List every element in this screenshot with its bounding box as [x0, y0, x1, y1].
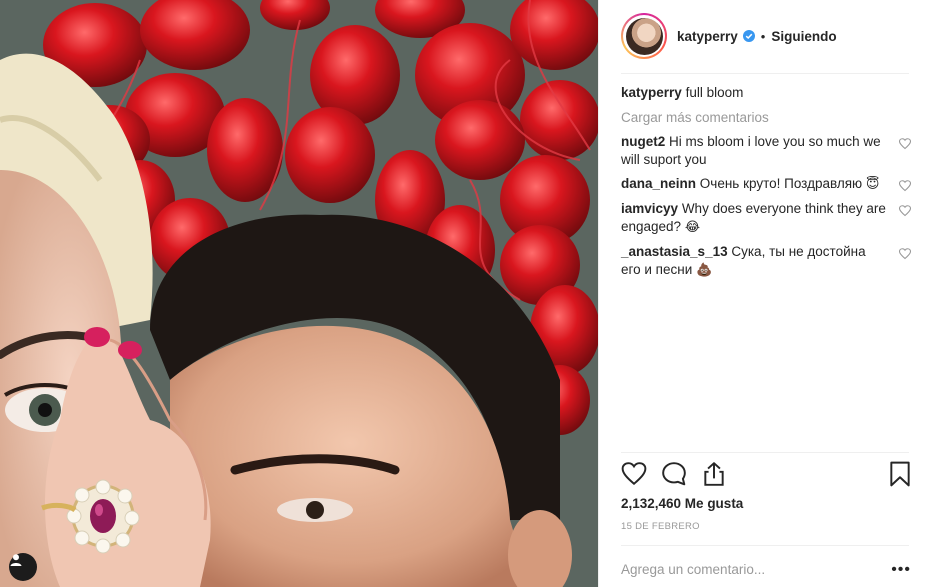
heart-icon[interactable]	[621, 461, 647, 487]
divider	[621, 452, 909, 453]
comment-like-icon[interactable]	[899, 138, 911, 150]
comment-row: dana_neinn Очень круто! Поздравляю 😇	[621, 175, 911, 194]
comment-username[interactable]: dana_neinn	[621, 176, 696, 191]
comment-like-icon[interactable]	[899, 248, 911, 260]
comment-like-icon[interactable]	[899, 180, 911, 192]
user-tag-button[interactable]	[9, 553, 37, 581]
load-more-comments-button[interactable]: Cargar más comentarios	[621, 110, 911, 125]
comment-username[interactable]: nuget2	[621, 134, 665, 149]
comments-section: katyperry full bloom Cargar más comentar…	[621, 84, 911, 280]
comment-emoji: 💩	[696, 263, 713, 278]
caption-text: full bloom	[685, 85, 744, 100]
comment-row: iamvicyy Why does everyone think they ar…	[621, 200, 911, 237]
post-actions	[621, 461, 913, 489]
bookmark-icon[interactable]	[887, 461, 913, 487]
following-button[interactable]: Siguiendo	[771, 29, 836, 44]
post-date[interactable]: 15 DE FEBRERO	[621, 521, 700, 532]
post-sidebar: katyperry • Siguiendo katyperry full blo…	[598, 0, 926, 587]
comment-text: Очень круто! Поздравляю	[699, 176, 863, 191]
comment-emoji: 😇	[865, 177, 880, 192]
divider	[621, 545, 909, 546]
comment-row: nuget2 Hi ms bloom i love you so much we…	[621, 133, 911, 169]
post-header: katyperry • Siguiendo	[621, 10, 911, 62]
add-comment-bar: •••	[621, 552, 911, 587]
photo-illustration	[0, 0, 598, 587]
comment-emoji: 😂	[684, 220, 701, 235]
speech-bubble-icon[interactable]	[661, 461, 687, 487]
divider	[621, 73, 909, 74]
comment-input[interactable]	[621, 562, 861, 577]
header-separator: •	[760, 28, 766, 44]
comment-username[interactable]: _anastasia_s_13	[621, 244, 728, 259]
post-photo[interactable]	[0, 0, 598, 587]
more-options-icon[interactable]: •••	[891, 561, 911, 579]
share-icon[interactable]	[701, 461, 727, 487]
caption: katyperry full bloom	[621, 84, 911, 102]
verified-badge-icon	[742, 30, 755, 42]
comment-like-icon[interactable]	[899, 205, 911, 217]
likes-count[interactable]: 2,132,460 Me gusta	[621, 496, 743, 511]
caption-username[interactable]: katyperry	[621, 85, 682, 100]
author-username[interactable]: katyperry	[677, 29, 738, 44]
avatar[interactable]	[621, 13, 667, 59]
comment-username[interactable]: iamvicyy	[621, 201, 678, 216]
comment-row: _anastasia_s_13 Сука, ты не достойна его…	[621, 243, 911, 280]
person-icon	[10, 554, 22, 566]
